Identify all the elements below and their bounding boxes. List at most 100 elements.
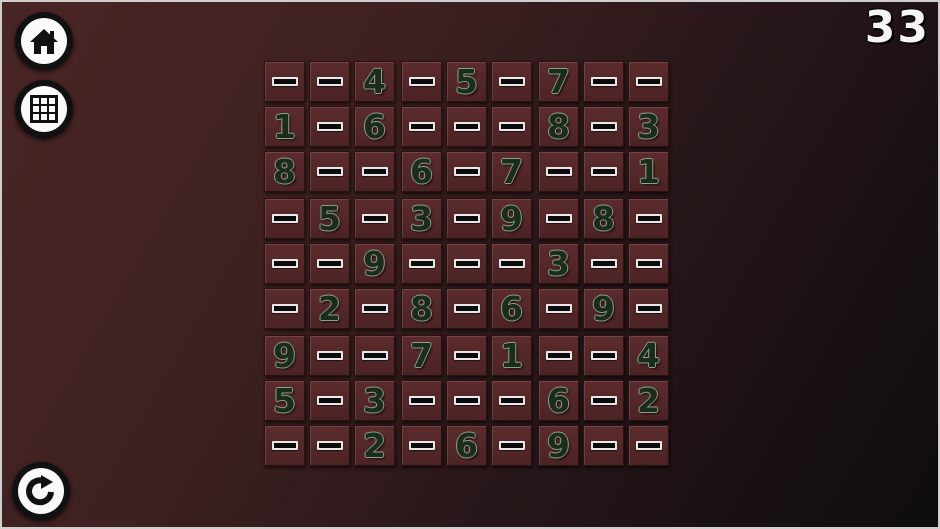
board-cell[interactable]: 7 [538, 61, 579, 102]
empty-slot [453, 122, 480, 131]
board-cell[interactable] [583, 61, 624, 102]
board-cell[interactable]: 6 [354, 106, 395, 147]
board-cell[interactable] [583, 380, 624, 421]
board-cell[interactable] [401, 243, 442, 284]
empty-slot [453, 351, 480, 360]
board-cell[interactable] [446, 380, 487, 421]
empty-slot [271, 77, 298, 86]
cell-digit: 5 [318, 199, 341, 238]
board-cell[interactable]: 9 [491, 198, 532, 239]
board-cell[interactable] [309, 61, 350, 102]
grid-menu-button[interactable] [15, 80, 73, 138]
board-cell[interactable]: 6 [401, 151, 442, 192]
board-cell[interactable] [354, 151, 395, 192]
board-cell[interactable]: 7 [401, 335, 442, 376]
board-cell[interactable] [264, 425, 305, 466]
board-cell[interactable]: 6 [491, 288, 532, 329]
board-cell[interactable] [628, 243, 669, 284]
empty-slot [271, 259, 298, 268]
board-cell[interactable] [628, 198, 669, 239]
board-cell[interactable] [628, 425, 669, 466]
board-cell[interactable] [354, 198, 395, 239]
board-cell[interactable] [491, 425, 532, 466]
board-cell[interactable]: 1 [628, 151, 669, 192]
board-cell[interactable]: 4 [628, 335, 669, 376]
board-cell[interactable]: 1 [264, 106, 305, 147]
board-cell[interactable] [354, 335, 395, 376]
empty-slot [408, 441, 435, 450]
board-cell[interactable] [538, 151, 579, 192]
board-cell[interactable] [401, 106, 442, 147]
board-cell[interactable]: 3 [401, 198, 442, 239]
board-cell[interactable]: 5 [446, 61, 487, 102]
board-cell[interactable] [401, 380, 442, 421]
board-cell[interactable] [264, 243, 305, 284]
board-cell[interactable] [264, 198, 305, 239]
board-cell[interactable]: 8 [583, 198, 624, 239]
score-counter: 33 [864, 2, 930, 53]
board-cell[interactable] [446, 243, 487, 284]
board-cell[interactable] [446, 106, 487, 147]
board-cell[interactable] [309, 243, 350, 284]
board-cell[interactable] [309, 425, 350, 466]
empty-slot [545, 351, 572, 360]
board-cell[interactable] [446, 198, 487, 239]
board-cell[interactable]: 3 [538, 243, 579, 284]
board-cell[interactable]: 3 [628, 106, 669, 147]
board-cell[interactable] [446, 335, 487, 376]
cell-digit: 8 [592, 199, 615, 238]
board-cell[interactable]: 6 [446, 425, 487, 466]
cell-digit: 9 [500, 199, 523, 238]
empty-slot [271, 441, 298, 450]
board-cell[interactable]: 2 [354, 425, 395, 466]
board-cell[interactable] [538, 335, 579, 376]
board-cell[interactable]: 5 [309, 198, 350, 239]
board-cell[interactable]: 9 [538, 425, 579, 466]
board-cell[interactable]: 3 [354, 380, 395, 421]
board-cell[interactable]: 7 [491, 151, 532, 192]
board-cell[interactable] [583, 335, 624, 376]
cell-digit: 8 [547, 107, 570, 146]
board-cell[interactable]: 8 [264, 151, 305, 192]
board-cell[interactable]: 8 [538, 106, 579, 147]
board-cell[interactable]: 6 [538, 380, 579, 421]
board-cell[interactable] [583, 106, 624, 147]
board-cell[interactable] [538, 198, 579, 239]
cell-digit: 6 [547, 381, 570, 420]
board-cell[interactable] [309, 106, 350, 147]
empty-slot [498, 441, 525, 450]
board-cell[interactable] [264, 288, 305, 329]
board-cell[interactable]: 2 [309, 288, 350, 329]
home-button[interactable] [15, 12, 73, 70]
empty-slot [453, 304, 480, 313]
board-cell[interactable] [401, 61, 442, 102]
board-cell[interactable] [354, 288, 395, 329]
board-cell[interactable] [309, 335, 350, 376]
board-cell[interactable]: 9 [583, 288, 624, 329]
board-cell[interactable] [583, 243, 624, 284]
board-cell[interactable] [309, 151, 350, 192]
board-cell[interactable]: 4 [354, 61, 395, 102]
board-cell[interactable] [446, 151, 487, 192]
board-cell[interactable]: 2 [628, 380, 669, 421]
board-cell[interactable] [401, 425, 442, 466]
board-cell[interactable] [446, 288, 487, 329]
board-cell[interactable]: 8 [401, 288, 442, 329]
board-cell[interactable] [491, 243, 532, 284]
redo-button[interactable] [12, 462, 70, 520]
board-cell[interactable] [491, 61, 532, 102]
board-cell[interactable] [583, 425, 624, 466]
board-cell[interactable] [538, 288, 579, 329]
board-cell[interactable] [491, 380, 532, 421]
board-cell[interactable] [264, 61, 305, 102]
board-cell[interactable]: 9 [264, 335, 305, 376]
board-cell[interactable]: 9 [354, 243, 395, 284]
cell-digit: 6 [363, 107, 386, 146]
board-cell[interactable]: 1 [491, 335, 532, 376]
board-cell[interactable] [491, 106, 532, 147]
board-cell[interactable] [628, 61, 669, 102]
board-cell[interactable] [628, 288, 669, 329]
board-cell[interactable]: 5 [264, 380, 305, 421]
board-cell[interactable] [583, 151, 624, 192]
board-cell[interactable] [309, 380, 350, 421]
